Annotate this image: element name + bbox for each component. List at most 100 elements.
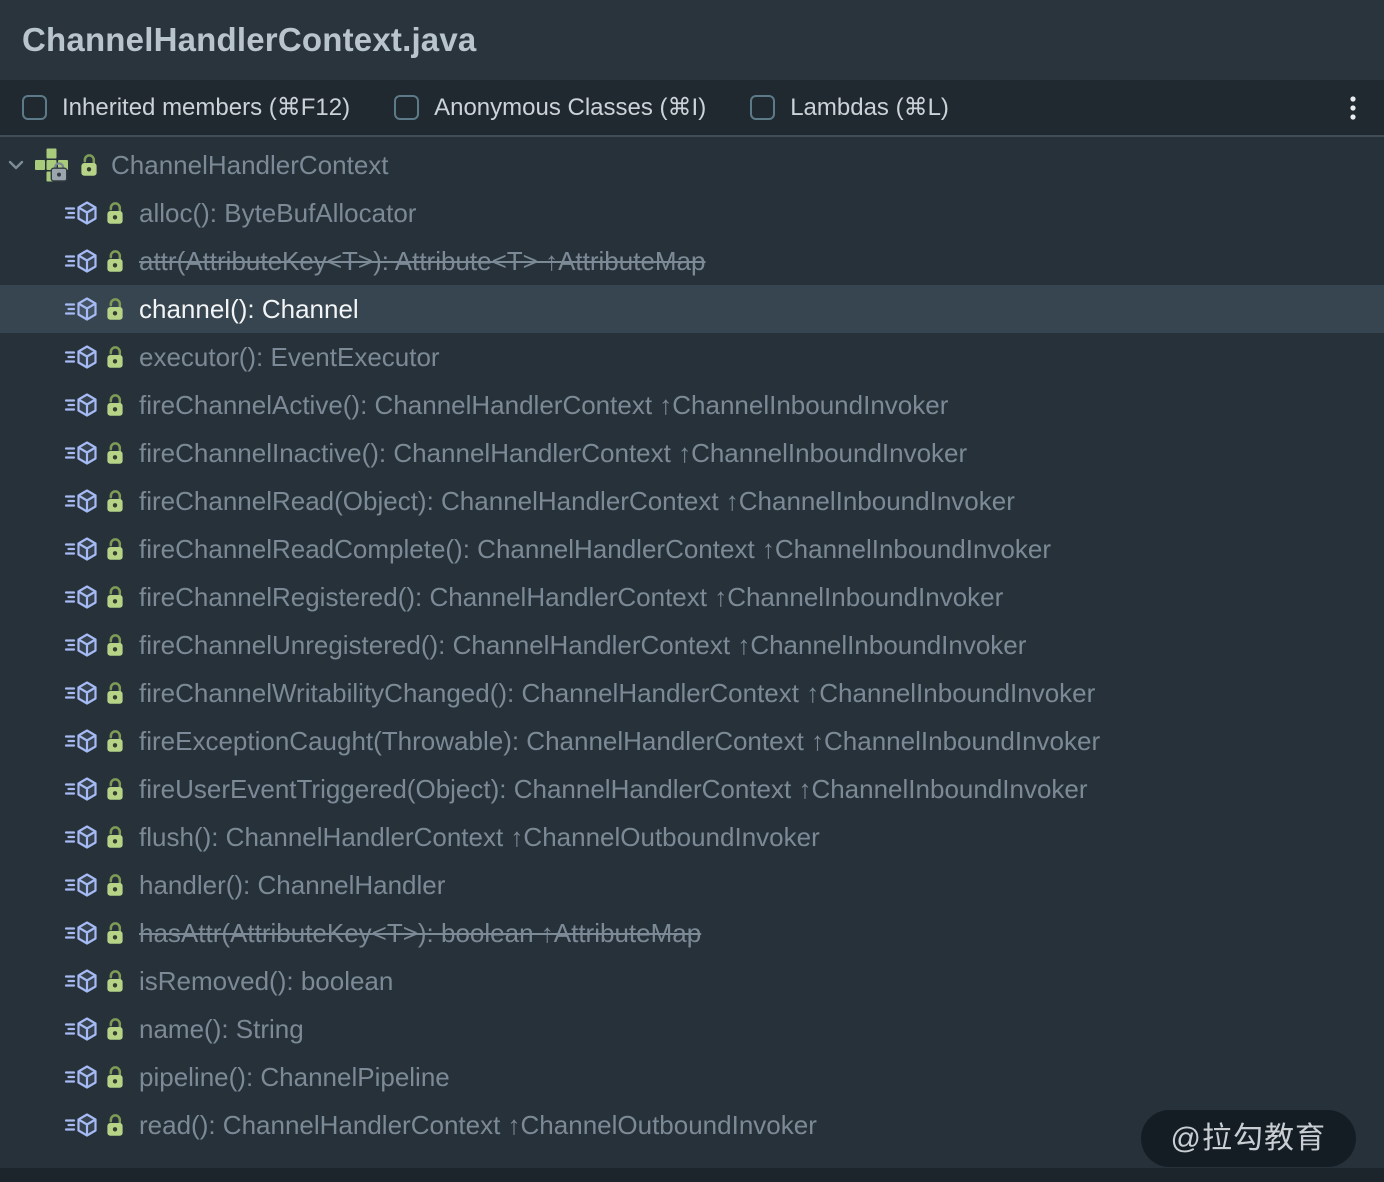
method-cube-icon [64, 297, 98, 321]
filter-lambdas[interactable]: Lambdas (⌘L) [750, 93, 949, 122]
member-label: hasAttr(AttributeKey<T>): boolean ↑Attri… [139, 918, 701, 949]
checkbox-icon[interactable] [22, 95, 47, 120]
member-label: executor(): EventExecutor [139, 342, 440, 373]
method-cube-icon [64, 585, 98, 609]
lock-icon [106, 1113, 124, 1137]
lock-icon [80, 153, 98, 177]
method-cube-icon [64, 537, 98, 561]
member-label: fireChannelRegistered(): ChannelHandlerC… [139, 582, 1003, 613]
lock-icon [106, 441, 124, 465]
lock-icon [106, 1065, 124, 1089]
tree-member-row[interactable]: fireChannelReadComplete(): ChannelHandle… [0, 525, 1384, 573]
tree-member-row[interactable]: flush(): ChannelHandlerContext ↑ChannelO… [0, 813, 1384, 861]
member-label: alloc(): ByteBufAllocator [139, 198, 416, 229]
lock-icon [106, 777, 124, 801]
tree-member-row[interactable]: alloc(): ByteBufAllocator [0, 189, 1384, 237]
method-cube-icon [64, 1017, 98, 1041]
lock-icon [106, 729, 124, 753]
tree-member-row[interactable]: attr(AttributeKey<T>): Attribute<T> ↑Att… [0, 237, 1384, 285]
method-cube-icon [64, 681, 98, 705]
method-cube-icon [64, 729, 98, 753]
method-cube-icon [64, 825, 98, 849]
lock-icon [106, 921, 124, 945]
method-cube-icon [64, 201, 98, 225]
method-cube-icon [64, 393, 98, 417]
tree-member-row[interactable]: channel(): Channel [0, 285, 1384, 333]
member-label: pipeline(): ChannelPipeline [139, 1062, 450, 1093]
watermark: @拉勾教育 [1141, 1110, 1356, 1167]
interface-icon [34, 147, 72, 183]
tree-member-row[interactable]: fireChannelUnregistered(): ChannelHandle… [0, 621, 1384, 669]
checkbox-icon[interactable] [750, 95, 775, 120]
filter-label: Lambdas (⌘L) [790, 93, 949, 122]
member-label: flush(): ChannelHandlerContext ↑ChannelO… [139, 822, 820, 853]
tree-member-row[interactable]: hasAttr(AttributeKey<T>): boolean ↑Attri… [0, 909, 1384, 957]
member-label: read(): ChannelHandlerContext ↑ChannelOu… [139, 1110, 817, 1141]
member-label: fireUserEventTriggered(Object): ChannelH… [139, 774, 1088, 805]
member-label: fireExceptionCaught(Throwable): ChannelH… [139, 726, 1100, 757]
lock-icon [106, 201, 124, 225]
member-label: isRemoved(): boolean [139, 966, 393, 997]
filter-label: Anonymous Classes (⌘I) [434, 93, 706, 122]
file-structure-popup: ChannelHandlerContext.java Inherited mem… [0, 0, 1384, 1182]
lock-icon [106, 393, 124, 417]
checkbox-icon[interactable] [394, 95, 419, 120]
lock-icon [106, 489, 124, 513]
member-label: fireChannelInactive(): ChannelHandlerCon… [139, 438, 967, 469]
tree-member-row[interactable]: fireUserEventTriggered(Object): ChannelH… [0, 765, 1384, 813]
member-label: channel(): Channel [139, 294, 359, 325]
title-bar: ChannelHandlerContext.java [0, 0, 1384, 80]
lock-icon [106, 873, 124, 897]
member-label: fireChannelUnregistered(): ChannelHandle… [139, 630, 1026, 661]
method-cube-icon [64, 1113, 98, 1137]
tree-member-row[interactable]: fireExceptionCaught(Throwable): ChannelH… [0, 717, 1384, 765]
tree-member-row[interactable]: isRemoved(): boolean [0, 957, 1384, 1005]
method-cube-icon [64, 873, 98, 897]
method-cube-icon [64, 441, 98, 465]
method-cube-icon [64, 1065, 98, 1089]
method-cube-icon [64, 921, 98, 945]
lock-icon [106, 537, 124, 561]
page-title: ChannelHandlerContext.java [22, 21, 476, 59]
toolbar: Inherited members (⌘F12) Anonymous Class… [0, 80, 1384, 137]
tree-member-row[interactable]: name(): String [0, 1005, 1384, 1053]
lock-icon [106, 969, 124, 993]
kebab-menu-icon [1349, 95, 1357, 121]
method-cube-icon [64, 633, 98, 657]
member-label: handler(): ChannelHandler [139, 870, 445, 901]
lock-icon [106, 825, 124, 849]
lock-icon [106, 249, 124, 273]
method-cube-icon [64, 249, 98, 273]
tree-member-row[interactable]: fireChannelInactive(): ChannelHandlerCon… [0, 429, 1384, 477]
member-label: name(): String [139, 1014, 304, 1045]
tree-member-row[interactable]: executor(): EventExecutor [0, 333, 1384, 381]
filter-label: Inherited members (⌘F12) [62, 93, 350, 122]
member-list: ChannelHandlerContext alloc(): ByteBufAl… [0, 137, 1384, 1182]
method-cube-icon [64, 345, 98, 369]
lock-icon [106, 681, 124, 705]
method-cube-icon [64, 969, 98, 993]
filter-inherited-members[interactable]: Inherited members (⌘F12) [22, 93, 350, 122]
tree-member-row[interactable]: handler(): ChannelHandler [0, 861, 1384, 909]
chevron-down-icon[interactable] [4, 153, 28, 177]
tree-member-row[interactable]: fireChannelWritabilityChanged(): Channel… [0, 669, 1384, 717]
filter-anonymous-classes[interactable]: Anonymous Classes (⌘I) [394, 93, 706, 122]
member-label: fireChannelActive(): ChannelHandlerConte… [139, 390, 948, 421]
tree-member-row[interactable]: fireChannelRegistered(): ChannelHandlerC… [0, 573, 1384, 621]
tree-root-row[interactable]: ChannelHandlerContext [0, 141, 1384, 189]
tree-member-row[interactable]: fireChannelActive(): ChannelHandlerConte… [0, 381, 1384, 429]
lock-icon [106, 297, 124, 321]
tree-member-row[interactable]: fireChannelRead(Object): ChannelHandlerC… [0, 477, 1384, 525]
method-cube-icon [64, 489, 98, 513]
popup-bottom-edge [0, 1168, 1384, 1182]
lock-icon [106, 585, 124, 609]
member-label: attr(AttributeKey<T>): Attribute<T> ↑Att… [139, 246, 705, 277]
member-label: fireChannelWritabilityChanged(): Channel… [139, 678, 1095, 709]
method-cube-icon [64, 777, 98, 801]
kebab-menu-button[interactable] [1336, 88, 1370, 128]
member-label: fireChannelRead(Object): ChannelHandlerC… [139, 486, 1015, 517]
lock-icon [106, 1017, 124, 1041]
member-label: fireChannelReadComplete(): ChannelHandle… [139, 534, 1051, 565]
tree-member-row[interactable]: pipeline(): ChannelPipeline [0, 1053, 1384, 1101]
lock-icon [106, 633, 124, 657]
